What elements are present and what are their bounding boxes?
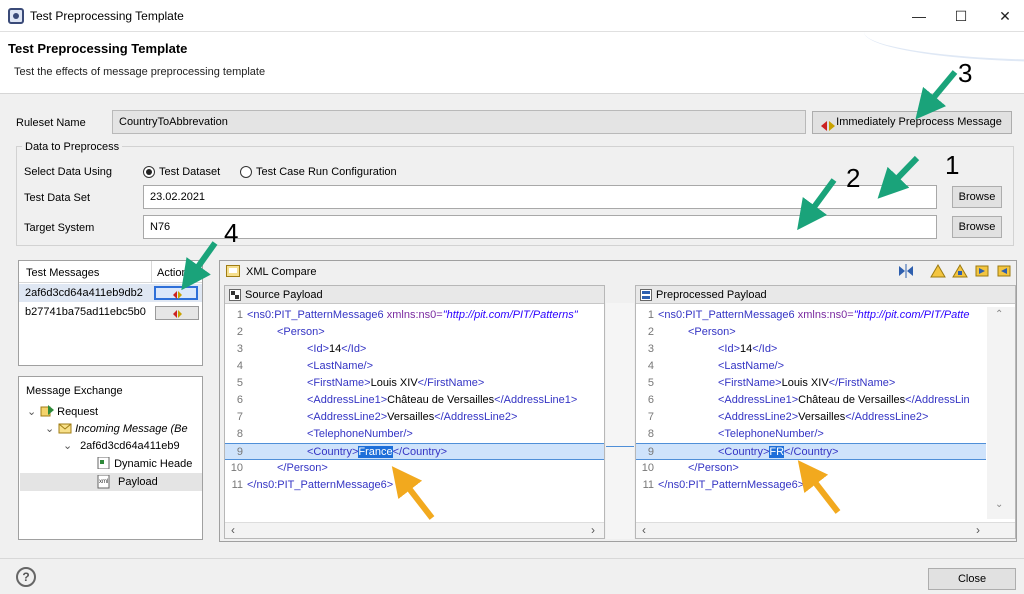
annotation-arrow-3 [915, 70, 958, 120]
annotation-number-2: 2 [846, 163, 861, 193]
annotation-number-4: 4 [224, 218, 239, 248]
annotation-number-1: 1 [945, 150, 960, 180]
annotation-arrow-source [391, 466, 435, 520]
annotation-overlay [181, 70, 958, 520]
annotation-arrow-1 [877, 155, 920, 199]
annotation-number-3: 3 [958, 58, 973, 88]
annotation-arrow-preprocessed [797, 460, 841, 514]
annotation-arrow-2 [797, 178, 837, 231]
annotation-arrow-4 [181, 241, 218, 291]
